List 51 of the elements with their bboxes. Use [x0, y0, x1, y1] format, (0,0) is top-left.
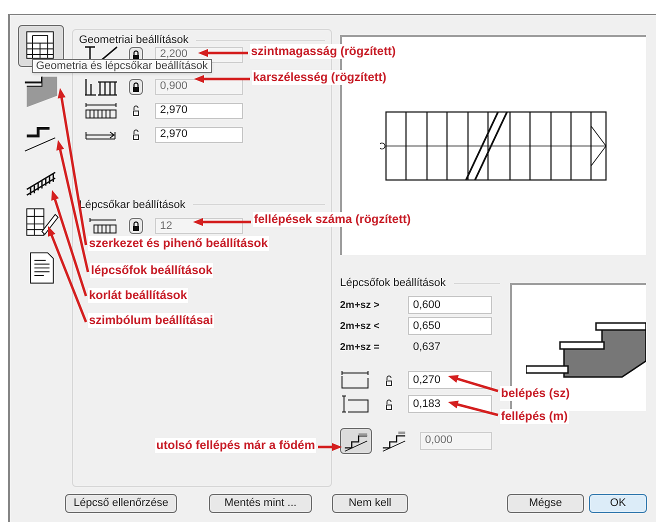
lock-button[interactable]: [129, 78, 143, 94]
rule-label: 2m+sz =: [340, 340, 380, 354]
open-padlock-icon: [132, 129, 140, 140]
annotation-label: belépés (sz): [500, 386, 571, 401]
arrow: [448, 375, 498, 392]
rule-value: 0,637: [412, 340, 441, 355]
annotation-label: lépcsőfok beállítások: [90, 263, 214, 278]
arrow: [194, 75, 250, 83]
open-padlock-icon: [132, 105, 140, 116]
section-title: Lépcsőfok beállítások: [340, 276, 446, 291]
input-field[interactable]: 0,183: [408, 395, 492, 413]
annotation-label: fellépések száma (rögzített): [253, 212, 412, 227]
flight-width-icon: [84, 78, 118, 96]
dialog-button[interactable]: Mégse: [507, 494, 584, 512]
padlock-icon: [132, 50, 140, 60]
annotation-label: fellépés (m): [500, 409, 569, 424]
input-field[interactable]: 0,600: [408, 296, 492, 314]
dialog-button[interactable]: OK: [589, 494, 647, 512]
dialog-button[interactable]: Mentés mint ...: [209, 494, 312, 512]
input-field[interactable]: 2,970: [155, 126, 243, 142]
riser-height-icon: [340, 394, 370, 414]
annotation-label: szerkezet és pihenő beállítások: [88, 236, 269, 251]
annotation-label: szimbólum beállításai: [88, 313, 214, 328]
option-toggle[interactable]: [340, 428, 372, 454]
input-field[interactable]: 2,970: [155, 102, 243, 118]
annotation-label: korlát beállítások: [88, 288, 188, 303]
lock-button[interactable]: [129, 218, 143, 234]
input-field[interactable]: 0,900: [155, 78, 243, 94]
annotation-label: utolsó fellépés már a födém: [155, 438, 316, 453]
rule-label: 2m+sz <: [340, 320, 380, 334]
dialog-button[interactable]: Lépcső ellenőrzése: [65, 494, 177, 512]
arrow: [448, 400, 498, 416]
arrow: [193, 218, 251, 226]
tooltip: Geometria és lépcsőkar beállítások: [32, 59, 212, 73]
padlock-icon: [132, 221, 140, 231]
rule-label: 2m+sz >: [340, 298, 380, 312]
dialog-button[interactable]: Nem kell: [332, 494, 408, 512]
open-padlock-icon: [385, 374, 393, 386]
stair-length-icon: [84, 102, 118, 120]
arrow: [198, 49, 248, 57]
arrow: [318, 443, 342, 451]
padlock-icon: [132, 82, 140, 92]
input-field[interactable]: 0,650: [408, 317, 492, 335]
annotation-label: karszélesség (rögzített): [252, 70, 388, 85]
section-title: Geometriai beállítások: [79, 33, 188, 48]
stair-slab-icon: [380, 428, 408, 452]
open-padlock-icon: [385, 398, 393, 410]
input-field[interactable]: 0,000: [420, 432, 492, 450]
tread-depth-icon: [340, 370, 370, 390]
annotation-label: szintmagasság (rögzített): [250, 44, 397, 59]
input-field[interactable]: 0,270: [408, 371, 492, 389]
